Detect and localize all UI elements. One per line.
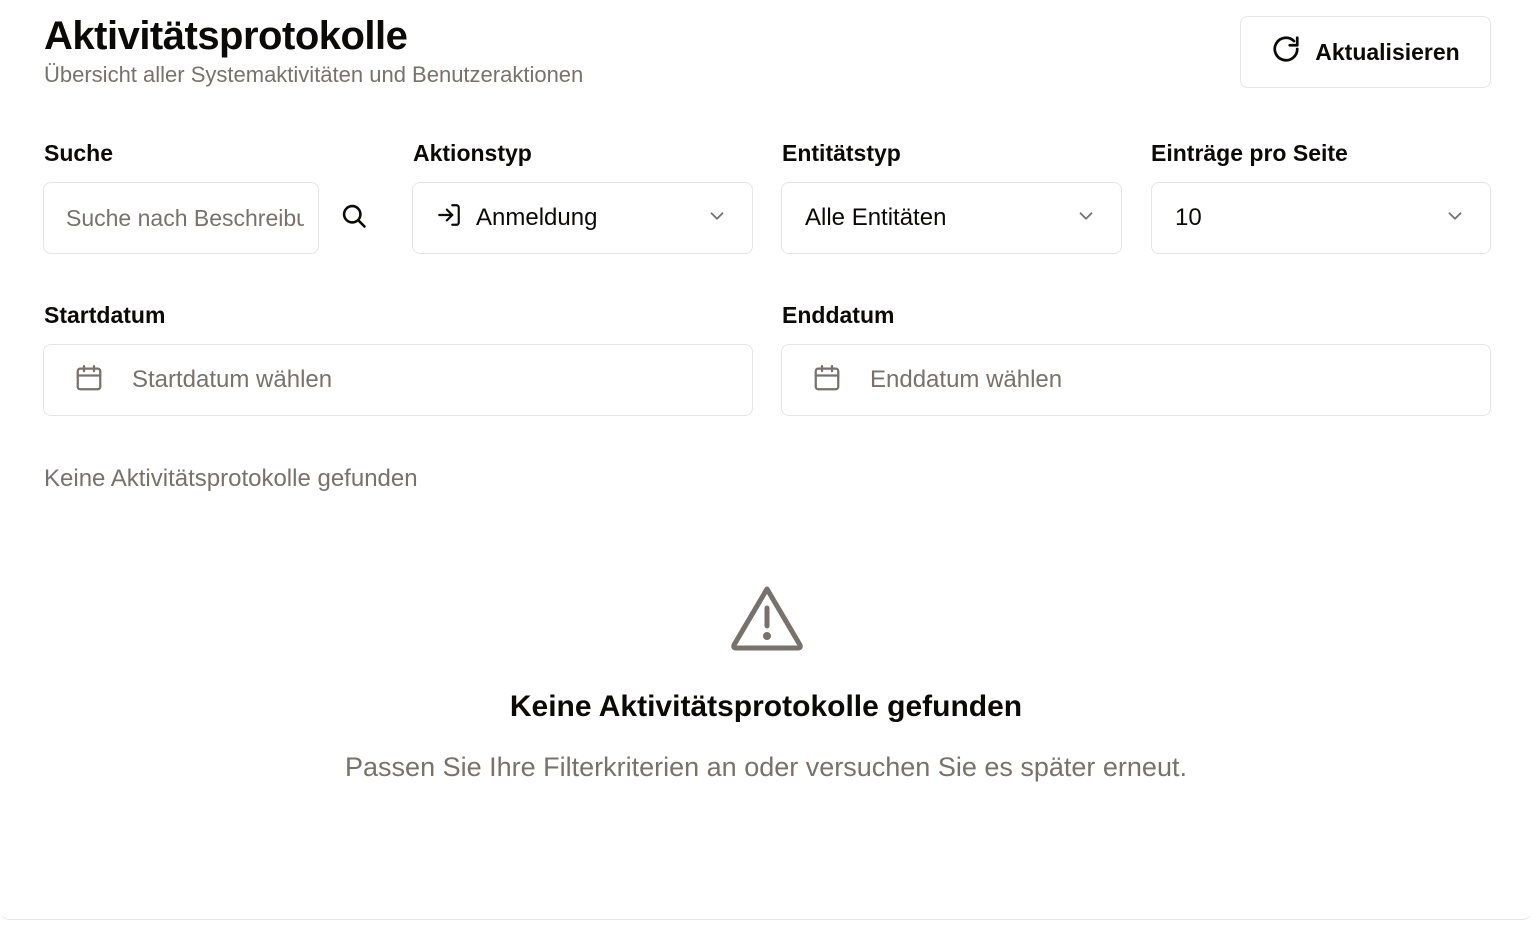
empty-state-hint: Passen Sie Ihre Filterkriterien an oder … [345, 752, 1187, 782]
warning-icon [730, 582, 804, 652]
end-date-label: Enddatum [782, 302, 895, 328]
action-type-value: Anmeldung [476, 204, 598, 231]
entity-type-label: Entitätstyp [782, 140, 901, 166]
start-date-placeholder: Startdatum wählen [132, 366, 333, 393]
page-size-select[interactable]: 10 [1151, 182, 1491, 254]
search-label: Suche [44, 140, 114, 166]
search-field [43, 182, 319, 254]
calendar-icon [812, 363, 842, 398]
result-count-text: Keine Aktivitätsprotokolle gefunden [44, 465, 418, 492]
search-button[interactable] [330, 196, 378, 240]
search-input[interactable] [66, 204, 304, 232]
refresh-label: Aktualisieren [1315, 38, 1460, 65]
action-type-label: Aktionstyp [413, 140, 532, 166]
end-date-picker[interactable]: Enddatum wählen [781, 344, 1491, 416]
page-subtitle: Übersicht aller Systemaktivitäten und Be… [44, 62, 584, 87]
calendar-icon [74, 363, 104, 398]
refresh-button[interactable]: Aktualisieren [1240, 16, 1491, 88]
entity-type-value: Alle Entitäten [805, 204, 947, 231]
chevron-down-icon [1444, 205, 1466, 232]
chevron-down-icon [1075, 205, 1097, 232]
chevron-down-icon [706, 205, 728, 232]
action-type-value-wrap: Anmeldung [436, 202, 597, 235]
start-date-picker[interactable]: Startdatum wählen [43, 344, 753, 416]
login-icon [436, 202, 462, 235]
page-title: Aktivitätsprotokolle [44, 14, 408, 58]
start-date-label: Startdatum [44, 302, 166, 328]
page-size-value: 10 [1175, 204, 1202, 231]
refresh-icon [1271, 34, 1301, 70]
entity-type-select[interactable]: Alle Entitäten [781, 182, 1122, 254]
search-icon [340, 202, 368, 235]
end-date-placeholder: Enddatum wählen [870, 366, 1063, 393]
empty-state-title: Keine Aktivitätsprotokolle gefunden [509, 690, 1023, 723]
action-type-select[interactable]: Anmeldung [412, 182, 753, 254]
page-size-label: Einträge pro Seite [1151, 140, 1348, 166]
activity-log-panel: Aktivitätsprotokolle Übersicht aller Sys… [0, 0, 1532, 920]
